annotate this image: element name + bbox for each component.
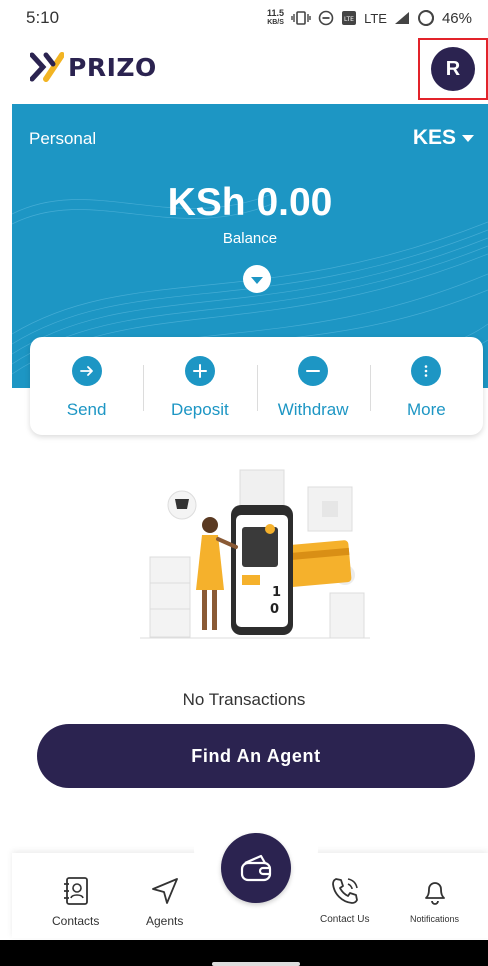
quick-actions-card: Send Deposit Withdraw More	[30, 337, 483, 435]
vibrate-icon	[291, 11, 311, 25]
navigation-arrow-icon	[151, 878, 178, 904]
balance-amount: KSh 0.00	[167, 181, 333, 224]
currency-label: KES	[412, 126, 456, 149]
wallet-icon	[240, 854, 272, 882]
signal-icon	[394, 12, 409, 24]
account-type: Personal	[29, 129, 97, 148]
speed-unit: KB/S	[267, 19, 284, 26]
prizo-logo-icon	[30, 52, 64, 82]
status-indicators: 11.5 KB/S LTE LTE 46%	[267, 9, 472, 27]
more-label: More	[407, 400, 446, 419]
wallet-fab-button[interactable]	[221, 833, 291, 903]
avatar-highlight[interactable]: R	[418, 38, 488, 100]
nav-contacts[interactable]: Contacts	[52, 876, 99, 928]
status-bar: 5:10 11.5 KB/S LTE LTE 46%	[0, 0, 488, 36]
app-header: PRIZO R	[0, 38, 488, 104]
bell-icon	[424, 882, 445, 905]
dnd-icon	[318, 10, 334, 26]
empty-state-illustration: 1 0	[140, 469, 370, 639]
status-time: 5:10	[26, 8, 60, 27]
arrow-right-icon	[71, 356, 102, 386]
logo-text: PRIZO	[68, 52, 157, 82]
home-indicator[interactable]	[212, 962, 300, 966]
network-type: LTE	[364, 10, 387, 26]
nav-notifications[interactable]: Notifications	[410, 876, 459, 924]
plus-icon	[184, 356, 215, 386]
contact-us-label: Contact Us	[320, 914, 370, 925]
expand-balance-button[interactable]	[243, 265, 271, 293]
send-button[interactable]: Send	[30, 337, 143, 435]
prizo-logo: PRIZO	[30, 52, 157, 82]
svg-text:1: 1	[272, 585, 281, 600]
balance-label: Balance	[222, 230, 278, 247]
find-agent-button[interactable]: Find An Agent	[37, 724, 475, 788]
deposit-button[interactable]: Deposit	[143, 337, 256, 435]
contacts-label: Contacts	[52, 914, 100, 928]
chevron-down-icon	[251, 277, 263, 284]
phone-call-icon	[331, 878, 358, 904]
contacts-book-icon	[63, 877, 88, 905]
agents-label: Agents	[146, 914, 184, 928]
withdraw-label: Withdraw	[277, 400, 349, 419]
battery-percent: 46%	[441, 9, 472, 27]
currency-selector[interactable]: KES	[413, 126, 474, 150]
battery-icon	[417, 10, 434, 26]
avatar[interactable]: R	[431, 47, 475, 91]
svg-text:0: 0	[270, 602, 279, 617]
nav-contact-us[interactable]: Contact Us	[320, 876, 369, 925]
nav-agents[interactable]: Agents	[146, 876, 183, 928]
notifications-label: Notifications	[410, 914, 460, 924]
volte-icon: LTE	[342, 11, 357, 25]
network-speed: 11.5 KB/S	[267, 9, 284, 27]
more-button[interactable]: More	[369, 337, 483, 435]
withdraw-button[interactable]: Withdraw	[256, 337, 370, 435]
no-transactions-text: No Transactions	[182, 690, 306, 709]
svg-text:LTE: LTE	[344, 16, 354, 23]
more-vertical-icon	[411, 356, 442, 386]
minus-icon	[298, 356, 329, 386]
caret-down-icon	[462, 134, 474, 142]
send-label: Send	[66, 400, 107, 419]
deposit-label: Deposit	[171, 400, 229, 419]
speed-value: 11.5	[267, 8, 285, 18]
